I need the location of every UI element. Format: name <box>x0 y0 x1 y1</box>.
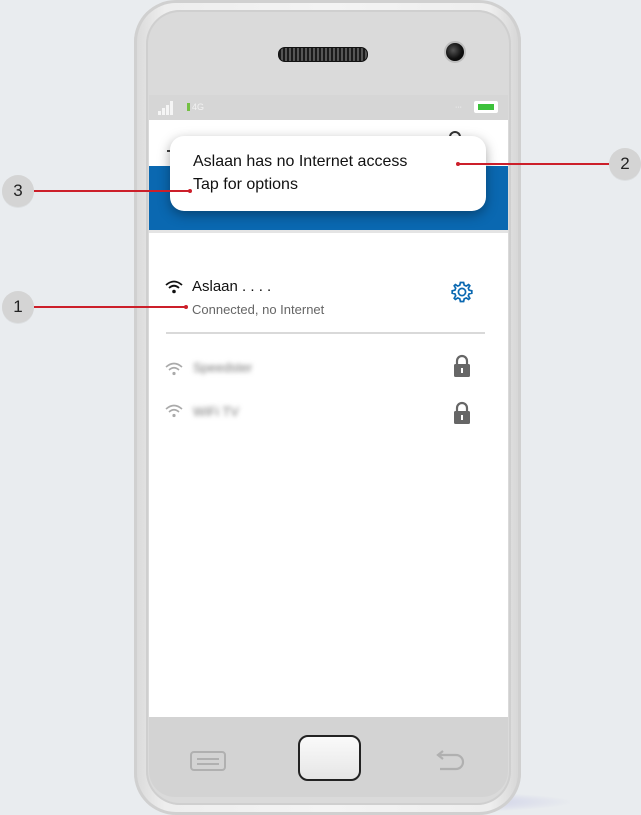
menu-icon[interactable] <box>190 751 226 771</box>
front-camera <box>444 41 466 63</box>
callout-line-2 <box>458 163 609 165</box>
lock-icon[interactable] <box>453 354 471 378</box>
signal-icon <box>158 101 176 115</box>
header-divider <box>149 230 508 233</box>
no-internet-toast[interactable]: Aslaan has no Internet access Tap for op… <box>170 136 486 211</box>
wifi-icon <box>165 280 183 294</box>
network-name[interactable]: Speedster <box>193 360 252 375</box>
callout-line-1 <box>34 306 186 308</box>
callout-dot-3 <box>188 189 192 193</box>
network-type: 4G <box>187 102 204 112</box>
callout-badge-2: 2 <box>609 148 641 180</box>
lock-icon[interactable] <box>453 401 471 425</box>
back-icon[interactable] <box>434 748 468 774</box>
callout-badge-3: 3 <box>2 175 34 207</box>
battery-icon <box>474 101 498 113</box>
wifi-icon <box>165 404 183 418</box>
network-name[interactable]: WiFi TV <box>193 404 239 419</box>
home-button[interactable] <box>298 735 361 781</box>
battery-percent-dots: ··· <box>455 104 462 111</box>
list-divider <box>166 332 485 334</box>
toast-action-hint: Tap for options <box>193 176 298 193</box>
callout-badge-1: 1 <box>2 291 34 323</box>
callout-dot-1 <box>184 305 188 309</box>
callout-line-3 <box>34 190 190 192</box>
callout-dot-2 <box>456 162 460 166</box>
connected-network-name[interactable]: Aslaan . . . . <box>192 278 271 295</box>
earpiece-speaker <box>278 47 368 62</box>
gear-icon[interactable] <box>450 280 474 304</box>
wifi-icon <box>165 362 183 376</box>
connected-network-status: Connected, no Internet <box>192 302 325 317</box>
toast-message: Aslaan has no Internet access <box>193 153 408 170</box>
